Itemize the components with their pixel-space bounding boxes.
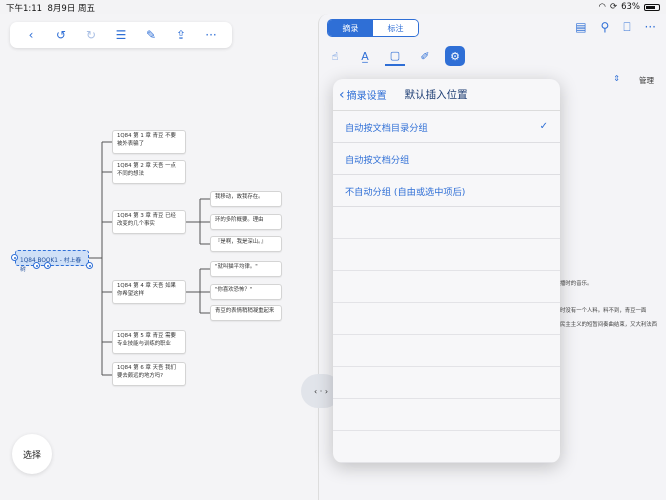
- excerpt-tools: ☝ A̲ ▢ ✐ ⚙: [325, 46, 465, 66]
- chapter-node-label: 1Q84 第 6 章 天吾 我们要去颇远的地方吗?: [117, 365, 176, 379]
- excerpt-node-label: 『是啊，我是深山。』: [215, 239, 267, 245]
- excerpt-node-label: "你喜欢恐怖？": [215, 287, 253, 293]
- chapter-node[interactable]: 1Q84 第 2 章 天吾 一点不同的想法: [112, 160, 186, 184]
- option-label: 自动按文档目录分组: [345, 122, 428, 134]
- empty-row: [333, 239, 560, 271]
- hand-tool-icon[interactable]: ☝: [325, 46, 345, 66]
- chapter-node[interactable]: 1Q84 第 5 章 青豆 需要专业技能与训练的职业: [112, 330, 186, 354]
- popover-title: 默认插入位置: [404, 89, 468, 101]
- panel-mode-tabs: 摘录 标注: [327, 19, 419, 37]
- wifi-icon: ◠: [598, 2, 606, 12]
- empty-row: [333, 271, 560, 303]
- excerpt-node-label: 青豆的表情稍稍凝重起来: [215, 308, 275, 314]
- popover-back-button[interactable]: ‹ 摘录设置: [339, 86, 387, 103]
- select-button[interactable]: 选择: [12, 434, 52, 474]
- excerpt-node[interactable]: 青豆的表情稍稍凝重起来: [210, 305, 282, 321]
- popover-header: ‹ 摘录设置 默认插入位置: [333, 79, 560, 111]
- excerpt-node-label: "就叫猫平均律。": [215, 264, 258, 270]
- checkmark-icon: ✓: [539, 121, 548, 132]
- excerpt-node[interactable]: 『是啊，我是深山。』: [210, 236, 282, 252]
- chapter-node-label: 1Q84 第 3 章 青豆 已经改变的几个事实: [117, 213, 176, 227]
- empty-row: [333, 303, 560, 335]
- battery-icon: [644, 3, 660, 11]
- node-handle[interactable]: [33, 262, 40, 269]
- empty-row: [333, 367, 560, 399]
- select-button-label: 选择: [22, 450, 41, 461]
- rect-select-tool-icon[interactable]: ▢: [385, 46, 405, 66]
- tab-excerpt[interactable]: 摘录: [328, 20, 373, 36]
- excerpt-settings-icon[interactable]: ⚙: [445, 46, 465, 66]
- node-handle[interactable]: [86, 262, 93, 269]
- panel-top-icons: ▤ ⚲ ⎕ ···: [575, 20, 656, 35]
- empty-row: [333, 335, 560, 367]
- freehand-tool-icon[interactable]: ✐: [415, 46, 435, 66]
- node-handle[interactable]: [11, 254, 18, 261]
- popover-back-label: 摘录设置: [346, 91, 387, 102]
- splitter-label: ‹ · ›: [313, 386, 329, 396]
- chapter-node-label: 1Q84 第 5 章 青豆 需要专业技能与训练的职业: [117, 333, 176, 347]
- option-group-by-toc[interactable]: 自动按文档目录分组 ✓: [333, 111, 560, 143]
- popover-option-list: 自动按文档目录分组 ✓ 自动按文档分组 不自动分组 (自由或选中项后): [333, 111, 560, 463]
- option-label: 不自动分组 (自由或选中项后): [345, 186, 466, 198]
- empty-row: [333, 207, 560, 239]
- insert-position-popover: ‹ 摘录设置 默认插入位置 自动按文档目录分组 ✓ 自动按文档分组 不自动分组 (自…: [333, 79, 560, 463]
- excerpt-node-label: 环的多阶概要。理由: [215, 217, 264, 223]
- chapter-node-label: 1Q84 第 1 章 青豆 不要被外表骗了: [117, 133, 176, 147]
- document-icon[interactable]: ▤: [575, 20, 586, 35]
- excerpt-node[interactable]: "你喜欢恐怖？": [210, 284, 282, 300]
- option-group-by-document[interactable]: 自动按文档分组: [333, 143, 560, 175]
- chapter-node[interactable]: 1Q84 第 1 章 青豆 不要被外表骗了: [112, 130, 186, 154]
- more-icon[interactable]: ···: [645, 20, 656, 35]
- excerpt-node-label: 我移动，故我存在。: [215, 194, 264, 200]
- chapter-node-label: 1Q84 第 4 章 天吾 如果你希望这样: [117, 283, 176, 297]
- status-right: ◠ ⟳ 63%: [599, 2, 660, 12]
- rotation-lock-icon: ⟳: [609, 2, 618, 12]
- empty-row: [333, 399, 560, 431]
- chapter-node-label: 1Q84 第 2 章 天吾 一点不同的想法: [117, 163, 176, 177]
- empty-row: [333, 431, 560, 463]
- node-handle[interactable]: [44, 262, 51, 269]
- battery-percent: 63%: [621, 2, 640, 12]
- excerpt-node[interactable]: 我移动，故我存在。: [210, 191, 282, 207]
- chapter-node[interactable]: 1Q84 第 6 章 天吾 我们要去颇远的地方吗?: [112, 362, 186, 386]
- highlight-tool-icon[interactable]: A̲: [355, 46, 375, 66]
- mindmap-root-node[interactable]: 1Q84 BOOK1 - 村上春树: [15, 250, 89, 273]
- excerpt-node[interactable]: "就叫猫平均律。": [210, 261, 282, 277]
- chapter-node[interactable]: 1Q84 第 3 章 青豆 已经改变的几个事实: [112, 210, 186, 234]
- chevron-left-icon: ‹: [339, 86, 345, 103]
- sort-icon[interactable]: ⇕: [613, 74, 620, 83]
- tab-annotation[interactable]: 标注: [373, 20, 418, 36]
- option-label: 自动按文档分组: [345, 154, 410, 166]
- search-icon[interactable]: ⚲: [601, 20, 610, 35]
- manage-button[interactable]: 管理: [639, 75, 654, 86]
- excerpt-node[interactable]: 环的多阶概要。理由: [210, 214, 282, 230]
- bookmark-icon[interactable]: ⎕: [623, 20, 630, 35]
- option-no-auto-group[interactable]: 不自动分组 (自由或选中项后): [333, 175, 560, 207]
- chapter-node[interactable]: 1Q84 第 4 章 天吾 如果你希望这样: [112, 280, 186, 304]
